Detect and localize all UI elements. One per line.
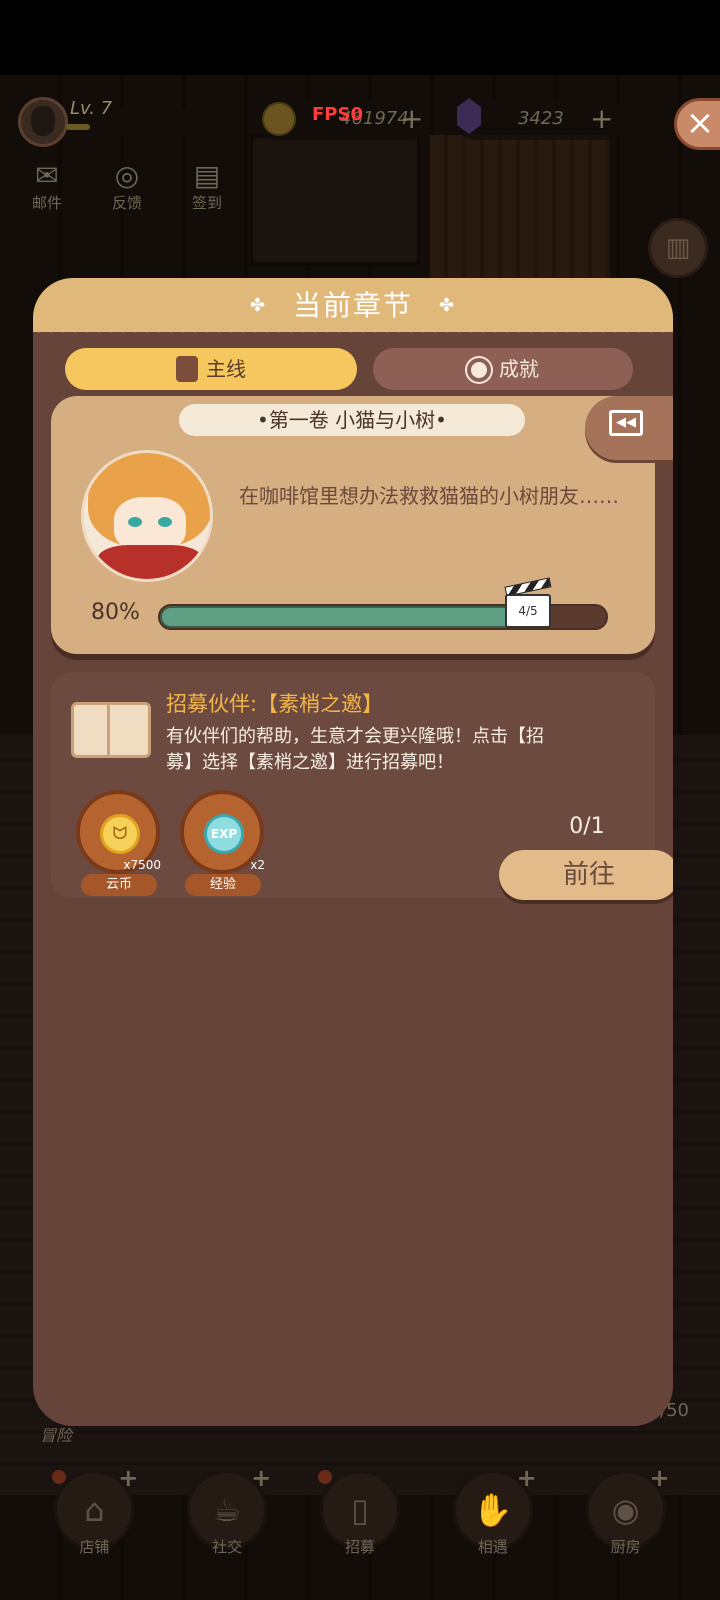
chapter-progress-fill bbox=[160, 606, 517, 628]
panel-title-row: ✤ 当前章节 ✤ bbox=[33, 284, 673, 324]
task-description: 有伙伴们的帮助，生意才会更兴隆哦！点击【招募】选择【素梢之邀】进行招募吧！ bbox=[166, 726, 544, 773]
close-button[interactable]: × bbox=[674, 98, 720, 150]
flower-deco-icon: ✤ bbox=[249, 295, 267, 316]
medal-icon bbox=[467, 358, 491, 382]
nav-kitchen[interactable]: + ◉ 厨房 bbox=[582, 1464, 670, 1600]
open-book-icon bbox=[71, 698, 151, 758]
reward-name: 经验 bbox=[185, 874, 261, 896]
level-text: Lv. 7 bbox=[70, 98, 113, 119]
checkin-button[interactable]: ▤ 签到 bbox=[182, 160, 232, 213]
plus-icon: + bbox=[118, 1464, 139, 1492]
reward-quantity: x7500 bbox=[123, 858, 161, 872]
task-title: 招募伙伴:【素梢之邀】 bbox=[166, 692, 384, 716]
panel-title: 当前章节 bbox=[292, 289, 413, 322]
task-card: 招募伙伴:【素梢之邀】 有伙伴们的帮助，生意才会更兴隆哦！点击【招募】选择【素梢… bbox=[51, 672, 673, 900]
globe-icon: ◎ bbox=[114, 159, 140, 192]
nav-kitchen-label: 厨房 bbox=[610, 1538, 641, 1556]
mail-icon: ✉ bbox=[35, 159, 59, 192]
exp-icon: EXP bbox=[204, 814, 244, 854]
tab-main-story[interactable]: 主线 bbox=[65, 348, 357, 390]
nav-shop[interactable]: + ⌂ 店铺 bbox=[50, 1464, 138, 1600]
mail-label: 邮件 bbox=[31, 194, 62, 212]
book-icon: ▥ bbox=[665, 233, 691, 263]
feedback-button[interactable]: ◎ 反馈 bbox=[102, 160, 152, 213]
flower-deco-icon: ✤ bbox=[439, 295, 457, 316]
go-button[interactable]: 前往 bbox=[499, 850, 673, 900]
player-avatar[interactable] bbox=[18, 97, 68, 147]
progress-percent: 80% bbox=[91, 600, 140, 625]
tab-main-label: 主线 bbox=[206, 357, 246, 381]
character-portrait bbox=[81, 450, 213, 582]
notification-dot bbox=[317, 1470, 332, 1484]
add-gems-button[interactable]: + bbox=[590, 102, 613, 135]
cloud-coin-icon: ᗢ bbox=[100, 814, 140, 854]
add-coins-button[interactable]: + bbox=[400, 102, 423, 135]
coin-icon bbox=[262, 102, 296, 136]
top-hud: Lv. 7 461974 FPS0 + 3423 + bbox=[0, 92, 720, 152]
nav-shop-label: 店铺 bbox=[79, 1538, 110, 1556]
nav-encounter[interactable]: + ✋ 相遇 bbox=[449, 1464, 537, 1600]
nav-social[interactable]: + ☕ 社交 bbox=[183, 1464, 271, 1600]
reward-name: 云币 bbox=[81, 874, 157, 896]
gem-value: 3423 bbox=[518, 108, 564, 129]
chapter-panel: ✤ 当前章节 ✤ 主线 成就 •第一卷 小猫与小树• ◀◀ 在咖啡馆里想办法救救猫猫… bbox=[33, 278, 673, 1426]
checkin-label: 签到 bbox=[191, 194, 222, 212]
nav-encounter-label: 相遇 bbox=[477, 1538, 508, 1556]
notebook-icon bbox=[176, 356, 198, 382]
bottom-nav: + ⌂ 店铺 + ☕ 社交 ▯ 招募 + ✋ 相遇 + ◉ 厨房 bbox=[0, 1464, 720, 1600]
scene-kitchen bbox=[250, 135, 420, 265]
chapter-name: •第一卷 小猫与小树• bbox=[179, 404, 525, 436]
nav-recruit[interactable]: ▯ 招募 bbox=[316, 1470, 404, 1600]
tab-ach-label: 成就 bbox=[499, 357, 539, 381]
side-icon-row: ✉ 邮件 ◎ 反馈 ▤ 签到 bbox=[22, 160, 232, 213]
chapter-card: •第一卷 小猫与小树• ◀◀ 在咖啡馆里想办法救救猫猫的小树朋友…… 80% 4… bbox=[51, 396, 673, 654]
plus-icon: + bbox=[649, 1464, 670, 1492]
feedback-label: 反馈 bbox=[111, 194, 142, 212]
chapter-description: 在咖啡馆里想办法救救猫猫的小树朋友…… bbox=[239, 484, 619, 508]
clapperboard-icon: 4/5 bbox=[503, 577, 552, 628]
calendar-icon: ▤ bbox=[193, 159, 221, 192]
reward-item[interactable]: ᗢ x7500 云币 bbox=[73, 790, 163, 896]
reward-item[interactable]: EXP x2 经验 bbox=[177, 790, 267, 896]
plus-icon: + bbox=[516, 1464, 537, 1492]
tab-achievements[interactable]: 成就 bbox=[373, 348, 633, 390]
reward-quantity: x2 bbox=[250, 858, 265, 872]
replay-button[interactable]: ◀◀ bbox=[585, 396, 673, 460]
plus-icon: + bbox=[251, 1464, 272, 1492]
level-progress bbox=[66, 124, 90, 130]
nav-social-label: 社交 bbox=[212, 1538, 243, 1556]
panel-header: ✤ 当前章节 ✤ bbox=[33, 278, 673, 338]
rewind-icon: ◀◀ bbox=[609, 410, 643, 436]
mail-button[interactable]: ✉ 邮件 bbox=[22, 160, 72, 213]
nav-recruit-label: 招募 bbox=[344, 1538, 375, 1556]
task-progress-count: 0/1 bbox=[569, 814, 605, 839]
progress-count: 4/5 bbox=[505, 594, 551, 628]
journal-button[interactable]: ▥ bbox=[648, 218, 708, 278]
fps-counter: FPS0 bbox=[312, 104, 363, 125]
